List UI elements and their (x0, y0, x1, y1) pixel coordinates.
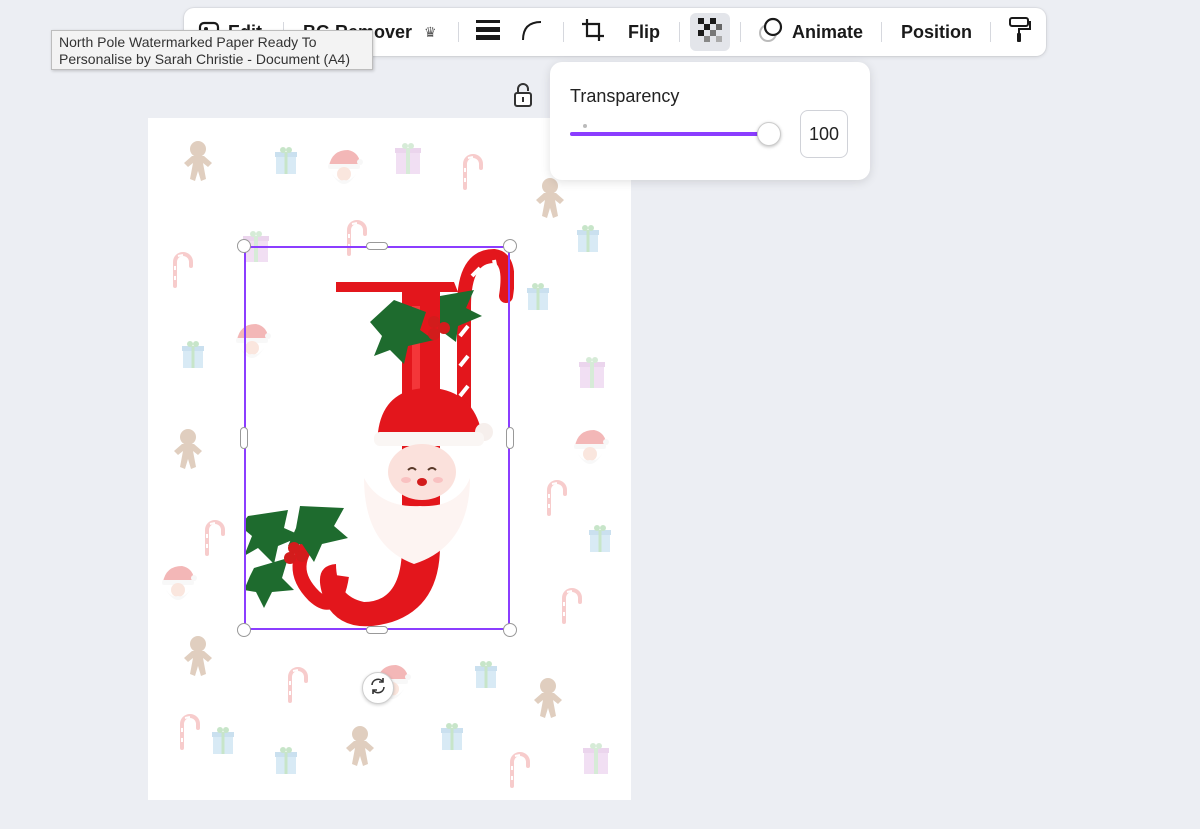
corner-curve-icon (520, 19, 544, 46)
rotate-icon (369, 677, 387, 700)
lock-icon[interactable] (512, 82, 534, 108)
document-title-tooltip: North Pole Watermarked Paper Ready To Pe… (51, 30, 373, 70)
crown-icon: ♛ (424, 23, 437, 40)
resize-handle-top-right[interactable] (503, 239, 517, 253)
position-button[interactable]: Position (901, 8, 972, 56)
copy-style-button[interactable] (1007, 8, 1031, 56)
resize-handle-bottom-left[interactable] (237, 623, 251, 637)
transparency-title: Transparency (570, 86, 680, 106)
animate-icon (758, 17, 784, 48)
tooltip-line-1: North Pole Watermarked Paper Ready To (59, 34, 317, 50)
resize-handle-bottom[interactable] (366, 626, 388, 634)
crop-icon (581, 18, 605, 47)
toolbar-divider (881, 22, 882, 42)
border-style-button[interactable] (476, 8, 500, 56)
paint-roller-icon (1007, 16, 1031, 48)
transparency-button[interactable] (690, 13, 730, 51)
transparency-value-input[interactable]: 100 (800, 110, 848, 158)
border-weight-icon (476, 19, 500, 46)
toolbar-divider (990, 22, 991, 42)
slider-fill (570, 132, 768, 136)
slider-thumb[interactable] (757, 122, 781, 146)
toolbar-divider (740, 22, 741, 42)
resize-handle-bottom-right[interactable] (503, 623, 517, 637)
toolbar-divider (563, 22, 564, 42)
animate-label: Animate (792, 21, 864, 42)
position-label: Position (901, 21, 972, 42)
animate-button[interactable]: Animate (758, 8, 863, 56)
toolbar-divider (458, 22, 459, 42)
crop-button[interactable] (581, 8, 605, 56)
resize-handle-top-left[interactable] (237, 239, 251, 253)
transparency-popover: Transparency 100 (550, 62, 870, 180)
checkerboard-transparency-icon (698, 17, 722, 47)
tooltip-line-2: Personalise by Sarah Christie - Document… (59, 51, 351, 67)
resize-handle-top[interactable] (366, 242, 388, 250)
resize-handle-right[interactable] (506, 427, 514, 449)
rotate-button[interactable] (362, 672, 394, 704)
corner-rounding-button[interactable] (520, 8, 544, 56)
flip-button[interactable]: Flip (628, 8, 660, 56)
flip-label: Flip (628, 21, 660, 42)
toolbar-divider (679, 22, 680, 42)
slider-start-marker (583, 124, 587, 128)
resize-handle-left[interactable] (240, 427, 248, 449)
selection-box[interactable] (244, 246, 510, 630)
transparency-slider[interactable] (570, 122, 781, 146)
